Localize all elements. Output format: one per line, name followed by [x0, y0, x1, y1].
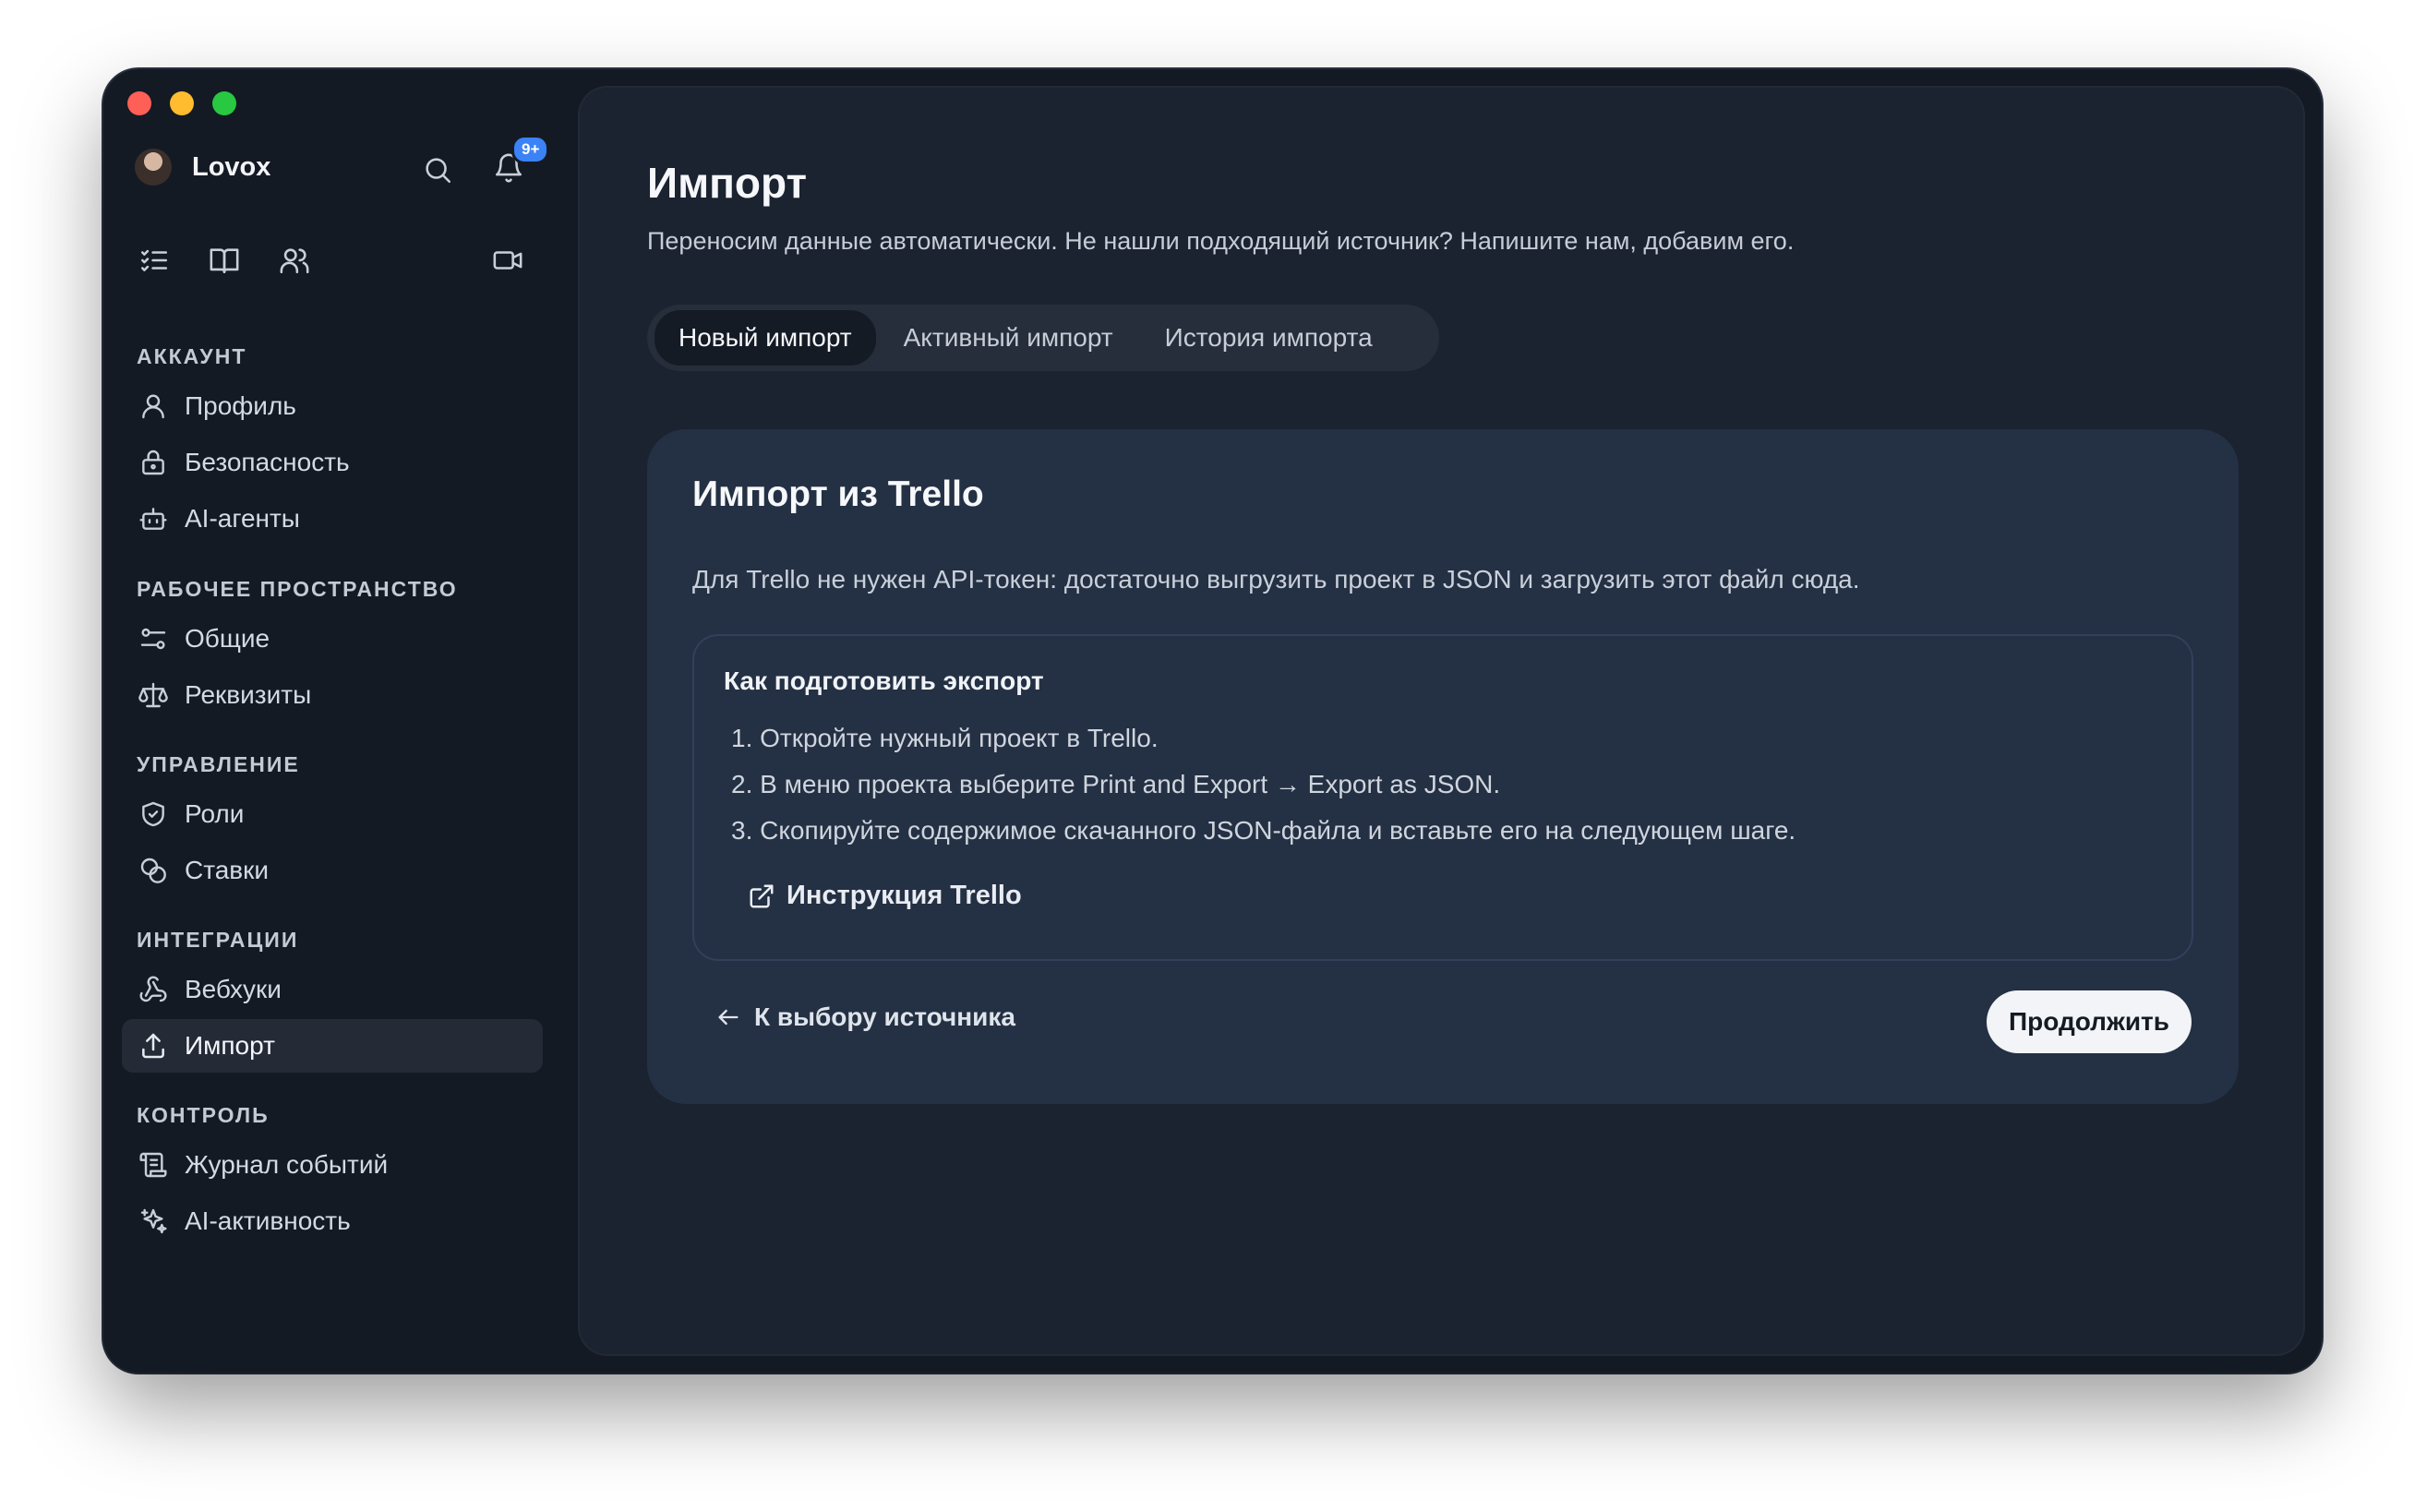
section-title-control: КОНТРОЛЬ — [137, 1103, 270, 1127]
sidebar-item-label: AI-агенты — [185, 504, 300, 533]
webhook-icon — [139, 976, 167, 1002]
import-tabs: Новый импорт Активный импорт История имп… — [647, 305, 1439, 371]
sidebar-item-webhooks[interactable]: Вебхуки — [122, 963, 543, 1016]
users-icon[interactable] — [279, 245, 310, 281]
user-name: Lovox — [192, 151, 271, 182]
sidebar-item-label: AI-активность — [185, 1206, 351, 1235]
sparkles-icon — [140, 1208, 167, 1234]
export-instructions: Как подготовить экспорт 1. Откройте нужн… — [692, 634, 2193, 961]
avatar — [135, 149, 172, 186]
upload-icon — [142, 1033, 164, 1059]
sidebar-item-profile[interactable]: Профиль — [122, 379, 543, 433]
user-profile[interactable]: Lovox — [135, 149, 270, 186]
book-icon[interactable] — [209, 245, 240, 281]
search-icon[interactable] — [422, 154, 453, 190]
sidebar-item-ai-activity[interactable]: AI-активность — [122, 1194, 543, 1248]
card-title: Импорт из Trello — [692, 474, 984, 514]
sidebar-item-label: Ставки — [185, 856, 270, 884]
app-window: Lovox 9+ АККАУНТ Профиль Безопасность AI… — [103, 69, 2322, 1373]
continue-button[interactable]: Продолжить — [1987, 990, 2192, 1053]
section-title-account: АККАУНТ — [137, 344, 247, 368]
lock-icon — [142, 450, 164, 475]
section-title-integrations: ИНТЕГРАЦИИ — [137, 928, 299, 952]
link-label: Инструкция Trello — [787, 881, 1022, 910]
shield-icon — [142, 801, 164, 827]
sidebar-item-label: Реквизиты — [185, 680, 312, 709]
sidebar-item-requisites[interactable]: Реквизиты — [122, 668, 543, 722]
tab-active-import[interactable]: Активный импорт — [880, 310, 1137, 366]
scroll-icon — [139, 1152, 167, 1178]
sidebar-item-label: Журнал событий — [185, 1150, 389, 1179]
back-to-source-button[interactable]: К выбору источника — [715, 1002, 1015, 1032]
instructions-steps: 1. Откройте нужный проект в Trello. 2. В… — [731, 715, 1795, 854]
instructions-title: Как подготовить экспорт — [724, 666, 1044, 695]
arrow-left-icon — [718, 1009, 739, 1026]
tab-new-import[interactable]: Новый импорт — [655, 310, 876, 366]
sidebar-item-roles[interactable]: Роли — [122, 787, 543, 841]
card-description: Для Trello не нужен API-токен: достаточн… — [692, 565, 1860, 594]
coins-icon — [140, 858, 166, 883]
video-icon[interactable] — [491, 245, 524, 281]
trello-import-card: Импорт из Trello Для Trello не нужен API… — [647, 429, 2239, 1104]
sidebar-item-label: Общие — [185, 624, 270, 653]
sidebar-item-ai-agents[interactable]: AI-агенты — [122, 492, 543, 546]
external-link-icon — [750, 884, 774, 907]
instruction-step: 3. Скопируйте содержимое скачанного JSON… — [731, 816, 1796, 845]
sidebar: Lovox 9+ АККАУНТ Профиль Безопасность AI… — [103, 69, 576, 1373]
page-title: Импорт — [647, 159, 807, 207]
notification-badge: 9+ — [511, 135, 550, 164]
sidebar-item-event-log[interactable]: Журнал событий — [122, 1138, 543, 1192]
instruction-step: 2. В меню проекта выберите Print and Exp… — [731, 770, 1501, 798]
sidebar-item-general[interactable]: Общие — [122, 612, 543, 666]
sidebar-item-security[interactable]: Безопасность — [122, 436, 543, 489]
trello-instructions-link[interactable]: Инструкция Trello — [748, 881, 1022, 911]
sidebar-item-label: Профиль — [185, 391, 296, 420]
tasks-icon[interactable] — [138, 245, 170, 281]
sidebar-item-label: Безопасность — [185, 448, 350, 476]
sliders-icon — [140, 628, 166, 650]
sidebar-item-rates[interactable]: Ставки — [122, 844, 543, 897]
section-title-management: УПРАВЛЕНИЕ — [137, 752, 300, 776]
sidebar-item-label: Импорт — [185, 1031, 275, 1060]
sidebar-item-label: Роли — [185, 799, 245, 828]
instruction-step: 1. Откройте нужный проект в Trello. — [731, 724, 1159, 752]
sidebar-item-label: Вебхуки — [185, 975, 282, 1003]
robot-icon — [139, 508, 167, 530]
sidebar-item-import[interactable]: Импорт — [122, 1019, 543, 1073]
user-icon — [142, 394, 164, 419]
tab-import-history[interactable]: История импорта — [1141, 310, 1397, 366]
back-label: К выбору источника — [754, 1002, 1015, 1031]
main-panel: Импорт Переносим данные автоматически. Н… — [580, 88, 2303, 1354]
page-subtitle: Переносим данные автоматически. Не нашли… — [647, 227, 1795, 255]
section-title-workspace: РАБОЧЕЕ ПРОСТРАНСТВО — [137, 577, 458, 601]
scale-icon — [138, 682, 168, 708]
